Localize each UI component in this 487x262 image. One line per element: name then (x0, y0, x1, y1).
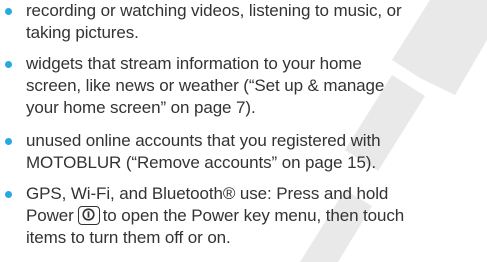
bullet-icon (5, 191, 12, 198)
bullet-text: widgets that stream information to your … (26, 53, 486, 119)
power-key-icon (77, 206, 100, 225)
power-label: Power (26, 206, 74, 225)
text-line: widgets that stream information to your … (26, 54, 362, 73)
bullet-icon (5, 8, 12, 15)
bullet-text: GPS, Wi-Fi, and Bluetooth® use: Press an… (26, 183, 486, 249)
text-line: screen, like news or weather (“Set up & … (26, 76, 385, 95)
text-line: MOTOBLUR (“Remove accounts” on page 15). (26, 153, 376, 172)
text-line: GPS, Wi-Fi, and Bluetooth® use: Press an… (26, 184, 389, 203)
text-line: unused online accounts that you register… (26, 131, 381, 150)
bullet-icon (5, 61, 12, 68)
text-line: your home screen” on page 7). (26, 98, 256, 117)
text-line: recording or watching videos, listening … (26, 1, 402, 20)
bullet-icon (5, 138, 12, 145)
text-line: Power to open the Power key menu, then to… (26, 205, 486, 227)
power-instruction: to open the Power key menu, then touch (102, 206, 405, 225)
bullet-text: unused online accounts that you register… (26, 130, 486, 174)
bullet-text: recording or watching videos, listening … (26, 0, 486, 44)
text-line: items to turn them off or on. (26, 228, 231, 247)
text-line: taking pictures. (26, 23, 139, 42)
